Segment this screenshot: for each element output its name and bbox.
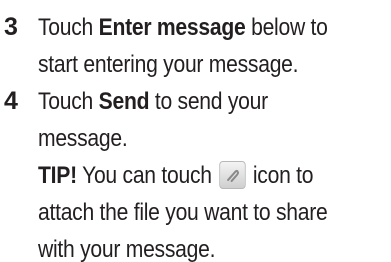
- step-number: 4: [4, 87, 18, 115]
- step-line: message.: [38, 125, 128, 152]
- text-run: to send your: [149, 88, 268, 115]
- step-line: Touch Enter message below to: [38, 9, 349, 46]
- tip-line: with your message.: [38, 236, 216, 262]
- text-run: below to: [245, 14, 328, 41]
- step-line: start entering your message.: [38, 51, 299, 78]
- step-text: Touch Enter message below to start enter…: [38, 9, 349, 83]
- text-run: Touch: [38, 14, 99, 41]
- bold-term: Enter message: [98, 14, 246, 41]
- bold-term: Send: [98, 88, 150, 115]
- step-text: Touch Send to send your message. TIP! Yo…: [38, 83, 349, 262]
- step-number: 3: [4, 13, 18, 41]
- tip-line: TIP! You can touch icon to: [38, 157, 349, 194]
- text-run: Touch: [38, 88, 99, 115]
- text-run: You can touch: [76, 162, 218, 189]
- paperclip-attach-icon: [219, 161, 246, 189]
- tip-line: attach the file you want to share: [38, 199, 328, 226]
- text-run: icon to: [247, 162, 314, 189]
- step-line: Touch Send to send your: [38, 83, 349, 120]
- tip-label: TIP!: [38, 162, 77, 189]
